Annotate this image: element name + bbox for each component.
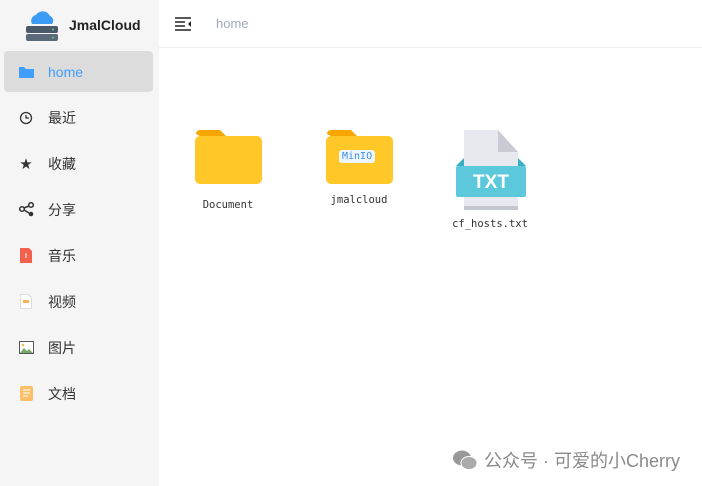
- minio-folder-icon: MinIO: [325, 128, 393, 184]
- watermark: 公众号 · 可爱的小Cherry: [452, 447, 680, 473]
- video-file-icon: [18, 294, 34, 310]
- file-item[interactable]: TXT cf_hosts.txt: [445, 130, 535, 230]
- document-icon: [18, 386, 34, 402]
- image-icon: [18, 340, 34, 356]
- sidebar-item-music[interactable]: 音乐: [4, 235, 153, 276]
- minio-badge: MinIO: [339, 150, 376, 163]
- folder-icon: [195, 130, 262, 184]
- share-icon: [18, 202, 34, 218]
- clock-icon: [18, 110, 34, 126]
- sidebar-item-images[interactable]: 图片: [4, 327, 153, 368]
- txt-badge: TXT: [473, 172, 509, 193]
- file-item[interactable]: MinIO jmalcloud: [314, 128, 404, 206]
- header: home: [159, 0, 702, 48]
- logo[interactable]: JmalCloud: [0, 0, 159, 50]
- file-name: Document: [202, 199, 254, 211]
- breadcrumb[interactable]: home: [216, 16, 249, 31]
- sidebar-item-recent[interactable]: 最近: [4, 97, 153, 138]
- star-icon: ★: [19, 155, 33, 173]
- sidebar-item-video[interactable]: 视频: [4, 281, 153, 322]
- music-file-icon: [18, 248, 34, 264]
- sidebar-item-home[interactable]: home: [4, 51, 153, 92]
- sidebar-item-favorites[interactable]: ★ 收藏: [4, 143, 153, 184]
- sidebar-item-documents[interactable]: 文档: [4, 373, 153, 414]
- file-name: cf_hosts.txt: [452, 218, 528, 230]
- sidebar-item-share[interactable]: 分享: [4, 189, 153, 230]
- app-title: JmalCloud: [69, 17, 141, 33]
- sidebar: JmalCloud home 最近 ★ 收藏 分享 音乐 视频 图片 文档: [0, 0, 159, 486]
- menu-collapse-icon[interactable]: [175, 16, 192, 31]
- file-item[interactable]: Document: [183, 128, 273, 211]
- folder-icon: [18, 64, 34, 80]
- txt-file-icon: TXT: [450, 130, 530, 212]
- wechat-icon: [452, 450, 478, 470]
- cloud-server-logo-icon: [26, 11, 58, 41]
- file-name: jmalcloud: [330, 194, 388, 206]
